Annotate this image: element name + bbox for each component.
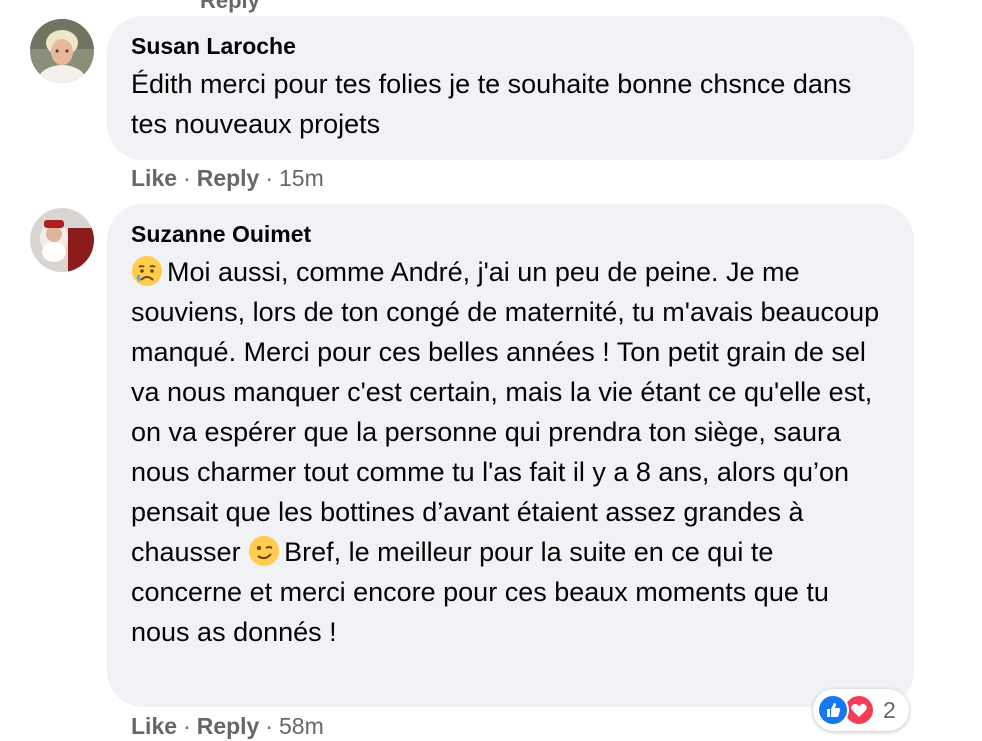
comment-actions: Like · Reply · 15m: [131, 163, 324, 193]
sad-face-emoji-icon: [131, 255, 163, 287]
comment-actions: Like · Reply · 58m: [131, 711, 324, 741]
comment-bubble: Suzanne Ouimet Moi aussi, comme André, j…: [107, 204, 914, 707]
comment-text: Édith merci pour tes folies je te souhai…: [131, 69, 859, 139]
action-separator: ·: [265, 165, 274, 191]
comment-bubble: Susan Laroche Édith merci pour tes folie…: [107, 16, 914, 160]
comment-text-part: Moi aussi, comme André, j'ai un peu de p…: [131, 257, 887, 567]
reply-button[interactable]: Reply: [197, 165, 260, 191]
wink-emoji-icon: [248, 535, 280, 567]
previous-reply-link[interactable]: Reply: [200, 0, 260, 14]
comment-author[interactable]: Susan Laroche: [131, 30, 890, 62]
reactions-summary[interactable]: 2: [813, 689, 909, 731]
action-separator: ·: [183, 165, 191, 191]
action-separator: ·: [183, 713, 191, 739]
comment-text: Moi aussi, comme André, j'ai un peu de p…: [131, 252, 890, 652]
like-button[interactable]: Like: [131, 713, 177, 739]
comment-author[interactable]: Suzanne Ouimet: [131, 218, 890, 250]
avatar-photo: [30, 19, 94, 83]
avatar[interactable]: [30, 19, 94, 83]
comment-timestamp[interactable]: 15m: [279, 165, 324, 191]
like-icon: [817, 694, 849, 726]
reply-button[interactable]: Reply: [197, 713, 260, 739]
action-separator: ·: [265, 713, 274, 739]
reaction-count: 2: [883, 696, 896, 723]
avatar[interactable]: [30, 208, 94, 272]
like-button[interactable]: Like: [131, 165, 177, 191]
avatar-photo: [30, 208, 94, 272]
comment-timestamp[interactable]: 58m: [279, 713, 324, 739]
